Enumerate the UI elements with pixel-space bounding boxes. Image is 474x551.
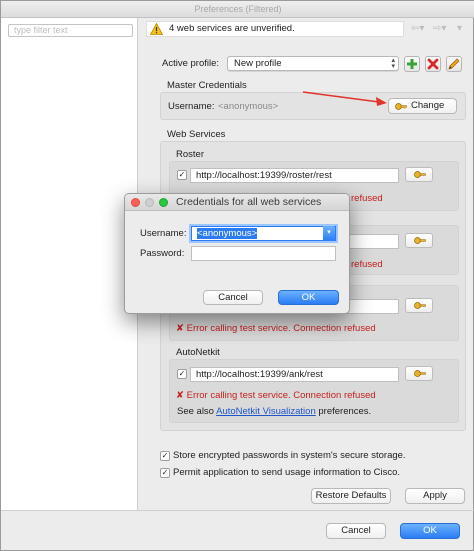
service-3-error-text: ✘ Error calling test service. Connection…	[176, 323, 376, 334]
message-text: 4 web services are unverified.	[169, 23, 295, 34]
roster-url-field[interactable]: http://localhost:19399/roster/rest	[190, 168, 399, 183]
autonetkit-visualization-link[interactable]: AutoNetkit Visualization	[216, 406, 316, 417]
key-icon	[414, 370, 426, 377]
key-icon	[395, 103, 407, 110]
service-2-error-text: refused	[351, 259, 383, 270]
credentials-dialog: Credentials for all web services Usernam…	[124, 193, 350, 314]
autonetkit-url-field[interactable]: http://localhost:19399/ank/rest	[190, 367, 399, 382]
forward-arrow-icon[interactable]: ⇨▾	[433, 23, 446, 35]
chevron-down-icon[interactable]: ▾	[323, 226, 335, 241]
bottom-separator	[1, 510, 474, 511]
roster-title: Roster	[176, 149, 204, 160]
cancel-button[interactable]: Cancel	[326, 523, 386, 539]
autonetkit-key-button[interactable]	[405, 366, 433, 381]
service-3-key-button[interactable]	[405, 298, 433, 313]
select-arrows-icon: ▴ ▾	[391, 57, 395, 70]
autonetkit-checkbox[interactable]: ✓	[177, 369, 187, 379]
autonetkit-see-also: See also AutoNetkit Visualization prefer…	[177, 406, 371, 418]
add-profile-button[interactable]	[404, 56, 420, 72]
change-credentials-button[interactable]: Change	[388, 98, 457, 114]
window-title: Preferences (Filtered)	[1, 1, 474, 18]
dialog-password-field[interactable]	[191, 246, 336, 261]
preference-tree-pane	[1, 18, 138, 510]
warning-icon	[150, 23, 163, 35]
web-services-title: Web Services	[167, 129, 226, 140]
change-label: Change	[411, 100, 445, 111]
edit-profile-button[interactable]	[446, 56, 462, 72]
usage-info-label: Permit application to send usage informa…	[173, 467, 401, 478]
apply-button[interactable]: Apply	[405, 488, 465, 504]
dialog-zoom-button[interactable]	[159, 198, 168, 207]
autonetkit-error-message: Error calling test service. Connection r…	[186, 390, 376, 401]
store-passwords-label: Store encrypted passwords in system's se…	[173, 450, 406, 461]
view-menu-icon[interactable]: ▾	[457, 23, 462, 35]
filter-input[interactable]: type filter text	[8, 24, 133, 37]
pencil-icon	[448, 58, 460, 70]
profile-select[interactable]: New profile ▴ ▾	[227, 56, 399, 71]
roster-checkbox[interactable]: ✓	[177, 170, 187, 180]
roster-error-text: refused	[351, 193, 383, 204]
master-username-value: <anonymous>	[218, 101, 279, 112]
key-icon	[414, 237, 426, 244]
ok-button[interactable]: OK	[400, 523, 460, 539]
usage-info-checkbox[interactable]: ✓	[160, 468, 170, 478]
service-2-key-button[interactable]	[405, 233, 433, 248]
dialog-cancel-button[interactable]: Cancel	[203, 290, 263, 305]
profile-select-value: New profile	[234, 58, 282, 69]
remove-profile-button[interactable]	[425, 56, 441, 72]
key-icon	[414, 302, 426, 309]
master-credentials-title: Master Credentials	[167, 80, 247, 91]
dialog-username-label: Username:	[140, 228, 187, 239]
plus-icon	[407, 59, 417, 69]
dialog-username-field[interactable]: <anonymous> ▾	[191, 226, 336, 241]
active-profile-label: Active profile:	[162, 58, 220, 69]
autonetkit-title: AutoNetkit	[176, 347, 220, 358]
dialog-title: Credentials for all web services	[176, 196, 322, 208]
see-also-suffix: preferences.	[318, 406, 372, 417]
restore-defaults-button[interactable]: Restore Defaults	[311, 488, 391, 504]
service-3-error-message: Error calling test service. Connection r…	[186, 323, 376, 334]
see-also-text: See also	[177, 406, 214, 417]
x-icon	[427, 58, 439, 70]
dialog-minimize-button[interactable]	[145, 198, 154, 207]
dialog-username-value: <anonymous>	[197, 228, 258, 239]
dialog-password-label: Password:	[140, 248, 185, 259]
key-icon	[414, 171, 426, 178]
dialog-close-button[interactable]	[131, 198, 140, 207]
dialog-ok-button[interactable]: OK	[278, 290, 339, 305]
autonetkit-error-text: ✘ Error calling test service. Connection…	[176, 390, 376, 401]
back-arrow-icon[interactable]: ⇦▾	[411, 23, 424, 35]
master-username-label: Username:	[168, 101, 215, 112]
store-passwords-checkbox[interactable]: ✓	[160, 451, 170, 461]
annotation-arrow	[302, 91, 387, 106]
roster-key-button[interactable]	[405, 167, 433, 182]
